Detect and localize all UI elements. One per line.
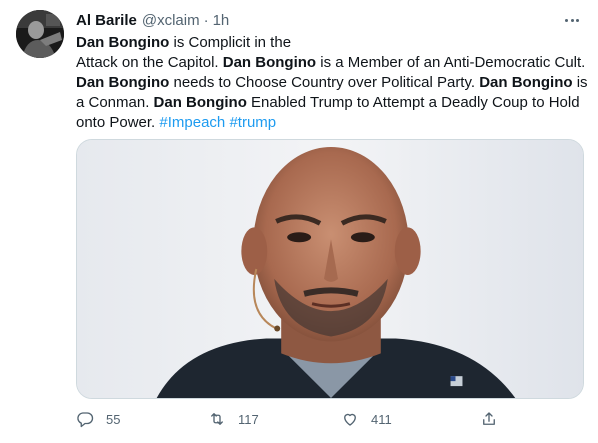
author-name[interactable]: Al Barile [76,12,137,29]
retweet-button[interactable]: 117 [208,410,259,428]
tweet-text-line: Attack on the Capitol. Dan Bongino is a … [76,53,586,73]
retweet-icon [211,413,223,425]
text-segment: Enabled Trump to Attempt a Deadly Coup t… [246,94,580,111]
text-segment: a Conman. [76,94,154,111]
text-segment: Attack on the Capitol. [76,54,223,71]
tweet-text: Dan Bongino is Complicit in the Attack on… [76,33,588,133]
like-count: 411 [371,411,392,427]
more-options-button[interactable] [560,10,584,30]
text-segment: is a Member of an Anti-Democratic Cult. [316,54,586,71]
photo-image [77,140,583,398]
text-segment: onto Power. [76,114,160,131]
hashtag-link[interactable]: #Impeach [159,114,225,131]
reply-count: 55 [106,411,121,427]
share-button[interactable] [480,410,498,428]
hashtag-link[interactable]: #trump [229,114,276,131]
header-separator: · [203,11,209,29]
tweet-text-line: onto Power. #Impeach #trump [76,113,584,133]
text-segment: is Complicit in the [169,34,292,51]
mention-bold-text: Dan Bongino [153,94,247,111]
reply-icon [77,412,94,428]
mention-bold-text: Dan Bongino [76,74,170,91]
tweet-actions: 55 117 411 [76,410,516,432]
mention-bold-text: Dan Bongino [222,54,317,71]
tweet-header: Al Barile @xclaim · 1h [76,10,229,30]
tweet-text-line: Dan Bongino needs to Choose Country over… [76,73,588,93]
tweet-text-line: Dan Bongino is Complicit in the [76,33,584,53]
heart-icon [344,413,356,426]
share-icon [483,412,495,425]
text-segment: needs to Choose Country over Political P… [169,74,480,91]
author-handle[interactable]: @xclaim [142,12,200,29]
tweet-timestamp[interactable]: 1h [213,12,230,29]
mention-bold-text: Dan Bongino [76,34,170,51]
text-segment: is [572,74,588,91]
tweet-text-line: a Conman. Dan Bongino Enabled Trump to A… [76,93,584,113]
more-horizontal-icon [564,18,580,22]
reply-button[interactable]: 55 [76,410,120,428]
tweet-media-photo[interactable] [76,139,584,399]
like-button[interactable]: 411 [341,410,392,428]
mention-bold-text: Dan Bongino [479,74,573,91]
avatar[interactable] [16,10,64,58]
avatar-image [16,10,64,58]
retweet-count: 117 [238,411,259,427]
tweet[interactable]: Al Barile @xclaim · 1h Dan Bongino is Co… [0,0,598,443]
